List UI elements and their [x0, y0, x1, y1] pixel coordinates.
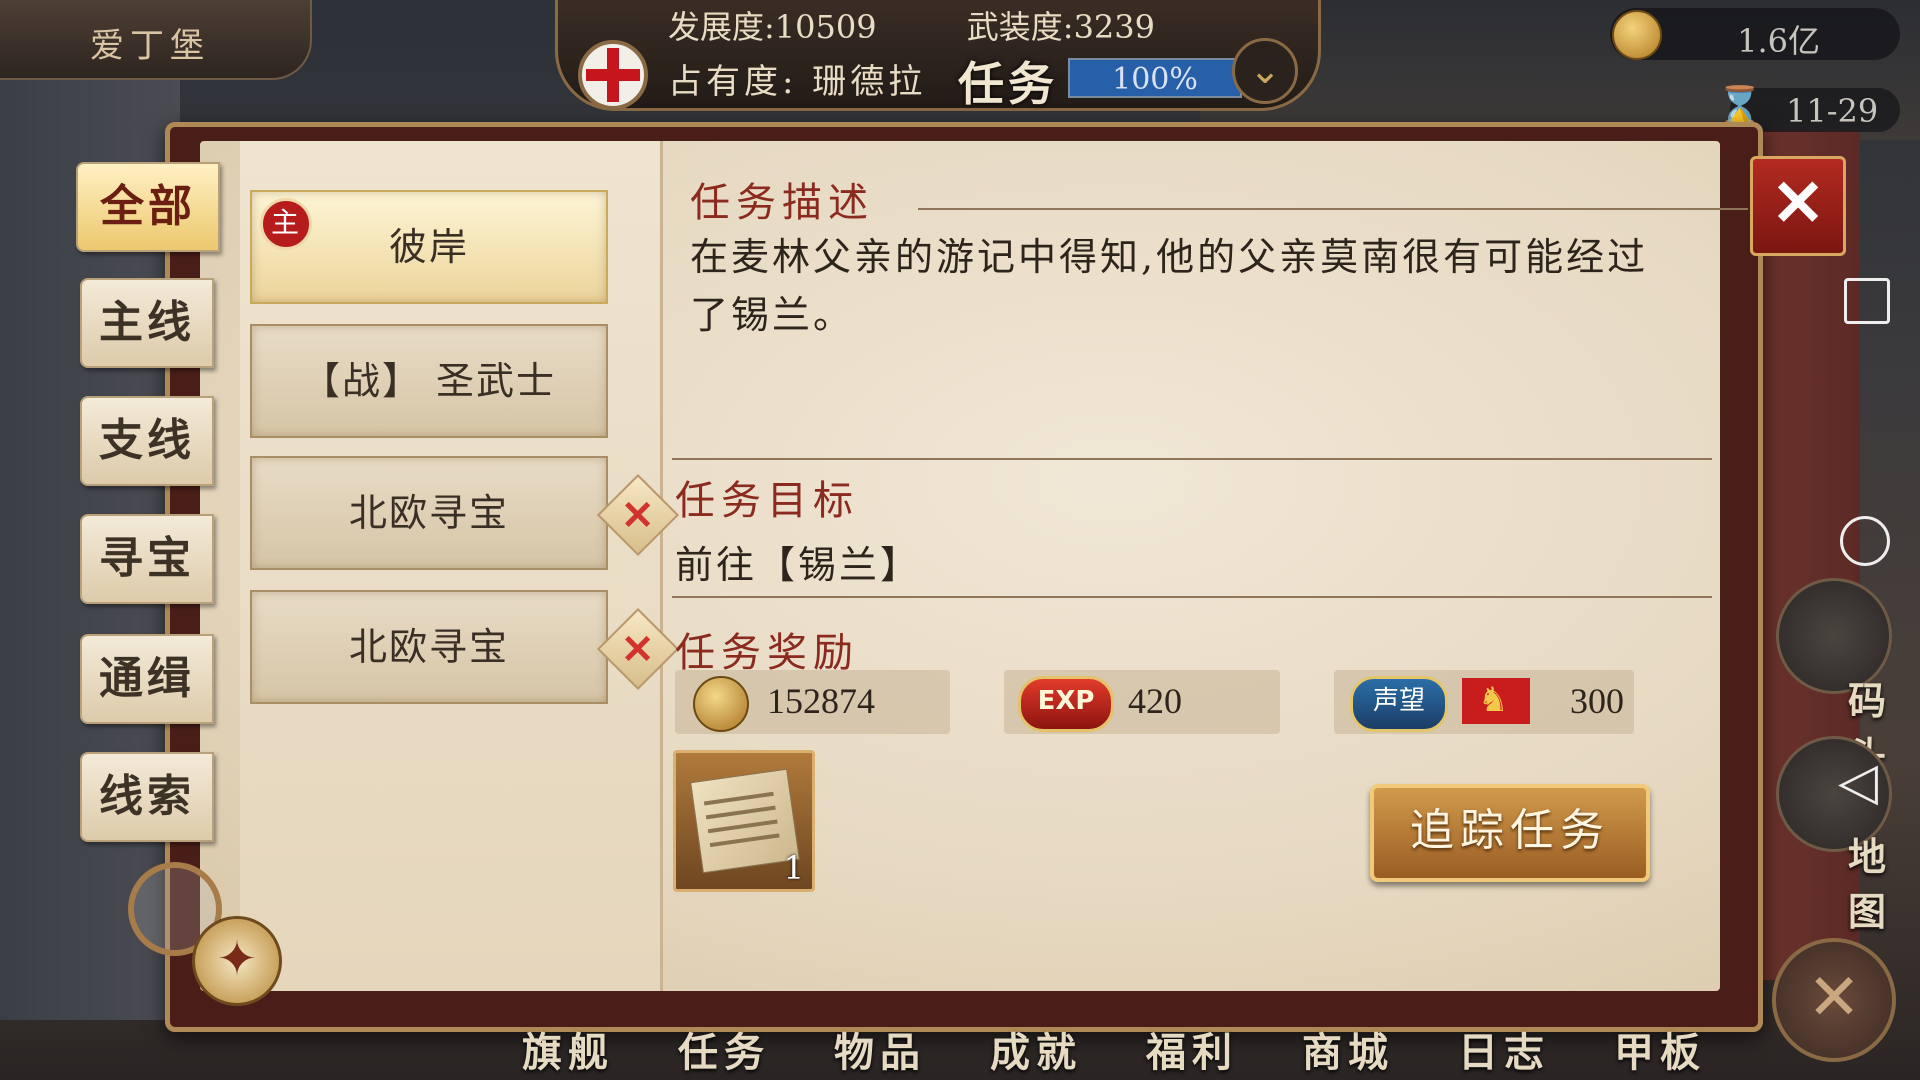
occupancy-progress-bar: 100% [1068, 58, 1242, 98]
divider [918, 208, 1748, 210]
target-title: 任务目标 [675, 478, 859, 524]
divider [672, 458, 1712, 460]
occupancy-owner: 珊德拉 [812, 62, 927, 102]
task-window-title: 任务 [958, 57, 1058, 111]
quest-description: 在麦林父亲的游记中得知,他的父亲莫南很有可能经过了锡兰。 [690, 235, 1649, 337]
development-value: 10509 [774, 8, 877, 46]
bottom-nav: 旗舰 任务 物品 成就 福利 商城 日志 甲板 [500, 1020, 1750, 1080]
reward-fame: 声望 300 [1334, 670, 1634, 734]
nav-tasks[interactable]: 任务 [678, 1020, 770, 1078]
reward-exp-value: 420 [1128, 681, 1182, 721]
gold-coin-icon [1612, 10, 1662, 60]
occupancy-percent: 100% [1112, 62, 1198, 97]
item-count: 1 [783, 849, 804, 887]
gold-counter[interactable]: 1.6亿 [1610, 8, 1900, 60]
development-label: 发展度: [668, 8, 775, 46]
tab-side[interactable]: 支线 [80, 396, 214, 486]
quest-title: 北欧寻宝 [348, 625, 509, 669]
tab-clues[interactable]: 线索 [80, 752, 214, 842]
nav-welfare[interactable]: 福利 [1146, 1020, 1238, 1078]
quest-title: 彼岸 [388, 225, 469, 269]
reward-gold: 152874 [675, 670, 950, 734]
recent-apps-icon[interactable] [1844, 278, 1890, 324]
tab-wanted[interactable]: 通缉 [80, 634, 214, 724]
armament-label: 武装度: [966, 8, 1074, 46]
nav-achievements[interactable]: 成就 [990, 1020, 1082, 1078]
reward-item-slot[interactable]: 1 [673, 750, 815, 892]
menu-toggle-icon[interactable]: ✕ [1772, 938, 1896, 1062]
venice-flag-icon [1462, 678, 1530, 724]
back-icon[interactable]: ◁ [1838, 752, 1878, 812]
main-quest-badge: 主 [260, 198, 312, 250]
close-button[interactable]: ✕ [1750, 156, 1846, 256]
reward-fame-value: 300 [1570, 681, 1624, 721]
reward-exp: EXP 420 [1004, 670, 1280, 734]
gold-value: 1.6亿 [1737, 22, 1820, 60]
development-stat: 发展度:10509 [668, 8, 877, 46]
quest-item[interactable]: 北欧寻宝 [250, 590, 608, 704]
fame-badge-icon: 声望 [1350, 676, 1448, 732]
occupancy-label: 占有度: [668, 62, 798, 102]
city-stats-frame: 发展度:10509 武装度:3239 占有度: 珊德拉 100% 任务 ⌄ [555, 0, 1321, 111]
nation-flag-icon [578, 40, 648, 110]
date-value: 11-29 [1786, 92, 1879, 130]
nav-log[interactable]: 日志 [1458, 1020, 1550, 1078]
occupancy-row: 占有度: 珊德拉 [668, 54, 926, 103]
quest-target: 前往【锡兰】 [675, 543, 922, 587]
quest-item[interactable]: 北欧寻宝 [250, 456, 608, 570]
description-title: 任务描述 [690, 180, 874, 226]
side-nav-map[interactable]: 地图 [1830, 826, 1910, 936]
quest-item[interactable]: 【战】 圣武士 [250, 324, 608, 438]
exp-icon: EXP [1018, 676, 1114, 732]
reward-gold-value: 152874 [767, 681, 875, 721]
gold-coin-icon [693, 676, 749, 732]
nav-items[interactable]: 物品 [834, 1020, 926, 1078]
divider [672, 596, 1712, 598]
tab-main[interactable]: 主线 [80, 278, 214, 368]
city-plate[interactable]: 爱丁堡 [0, 0, 312, 80]
quest-item-active[interactable]: 主 彼岸 [250, 190, 608, 304]
stat-row-development-armament: 发展度:10509 武装度:3239 [668, 2, 1235, 48]
quest-title: 北欧寻宝 [348, 491, 509, 535]
track-quest-button[interactable]: 追踪任务 [1370, 784, 1650, 882]
home-icon[interactable] [1840, 516, 1890, 566]
chevron-down-icon[interactable]: ⌄ [1232, 38, 1298, 104]
tab-all[interactable]: 全部 [76, 162, 220, 252]
quest-title: 【战】 圣武士 [301, 359, 557, 403]
city-name: 爱丁堡 [90, 26, 210, 66]
nav-shop[interactable]: 商城 [1302, 1020, 1394, 1078]
nav-flagship[interactable]: 旗舰 [522, 1020, 614, 1078]
armament-stat: 武装度:3239 [967, 8, 1155, 46]
armament-value: 3239 [1073, 8, 1155, 46]
nav-deck[interactable]: 甲板 [1614, 1020, 1706, 1078]
compass-icon [192, 916, 282, 1006]
tab-treasure[interactable]: 寻宝 [80, 514, 214, 604]
